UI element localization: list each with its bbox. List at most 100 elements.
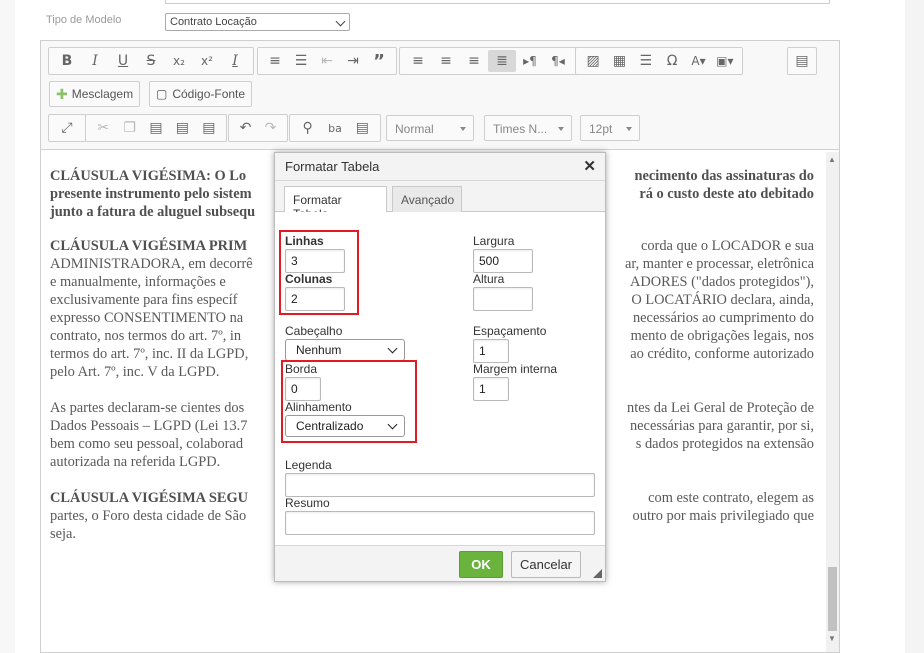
clause-text: ADMINISTRADORA, em decorrê: [50, 256, 253, 272]
spacing-label: Espaçamento: [473, 324, 547, 338]
find-group: ⚲ ba ▤: [289, 114, 381, 142]
format-combo[interactable]: Normal: [386, 115, 474, 141]
remove-format-button[interactable]: I: [221, 50, 249, 72]
cancel-button[interactable]: Cancelar: [511, 551, 581, 578]
document-icon: ▢: [156, 87, 168, 101]
subscript-button[interactable]: x₂: [165, 50, 193, 72]
clause-heading: CLÁUSULA VIGÉSIMA: O Lo: [50, 168, 247, 184]
model-type-select[interactable]: Contrato Locação: [165, 13, 350, 31]
padding-label: Margem interna: [473, 362, 558, 376]
dialog-title-bar[interactable]: Formatar Tabela ✕: [275, 153, 605, 181]
indent-icon[interactable]: ⇥: [340, 50, 366, 72]
spacing-input[interactable]: [473, 339, 509, 363]
bulleted-list-icon[interactable]: ☰: [288, 50, 314, 72]
clause-heading: CLÁUSULA VIGÉSIMA SEGU: [50, 490, 249, 506]
ltr-icon[interactable]: ▸¶: [516, 50, 544, 72]
padding-input[interactable]: [473, 377, 509, 401]
clipboard-group: ✂ ❐ ▤ ▤ ▤: [85, 114, 227, 142]
left-margin: [0, 0, 15, 653]
maximize-group: ▤: [787, 47, 817, 75]
align-left-icon[interactable]: ≡: [404, 50, 432, 72]
align-right-icon[interactable]: ≡: [460, 50, 488, 72]
close-icon[interactable]: ✕: [583, 157, 596, 175]
search-icon[interactable]: ⚲: [294, 117, 321, 139]
resize-handle-icon[interactable]: [593, 569, 602, 578]
alignment-group: ≡ ≡ ≡ ≣ ▸¶ ¶◂: [399, 47, 577, 75]
width-label: Largura: [473, 234, 515, 248]
bold-button[interactable]: B: [53, 50, 81, 72]
undo-icon[interactable]: ↶: [233, 117, 258, 139]
clause-text: expresso CONSENTIMENTO na: [50, 310, 244, 326]
dropdown-arrow-icon: [460, 127, 466, 131]
horizontal-line-icon[interactable]: ☰: [633, 50, 659, 72]
clause-text: ao crédito, conforme autorizado: [630, 346, 814, 362]
select-all-icon[interactable]: ▤: [349, 117, 376, 139]
clause-text: corda que o LOCADOR e sua: [640, 238, 814, 254]
scroll-up-arrow-icon[interactable]: ▲: [828, 155, 836, 164]
clause-text: partes, o Foro desta cidade de São: [50, 508, 247, 524]
strikethrough-button[interactable]: S: [137, 50, 165, 72]
paste-word-icon[interactable]: ▤: [196, 117, 222, 139]
highlight-border-alignment: [281, 360, 417, 443]
redo-icon[interactable]: ↷: [258, 117, 283, 139]
merge-fields-button[interactable]: ✚ Mesclagem: [49, 81, 141, 107]
clause-text: termos do art. 7º, inc. II da LGPD,: [50, 346, 249, 362]
scroll-down-arrow-icon[interactable]: ▼: [828, 634, 836, 643]
source-code-label: Código-Fonte: [172, 87, 246, 101]
font-combo-value: Times N...: [493, 122, 548, 136]
size-combo[interactable]: 12pt: [580, 115, 640, 141]
dialog-title: Formatar Tabela: [285, 159, 380, 174]
ok-button[interactable]: OK: [459, 551, 503, 578]
top-field[interactable]: [165, 0, 830, 4]
header-select-value: Nenhum: [296, 343, 342, 357]
dropdown-arrow-icon: [558, 127, 564, 131]
align-justify-icon[interactable]: ≣: [488, 50, 516, 72]
table-icon[interactable]: ▦: [606, 50, 632, 72]
clause-text: rá o custo deste ato debitado: [639, 186, 814, 202]
paste-text-icon[interactable]: ▤: [169, 117, 195, 139]
summary-input[interactable]: [285, 511, 595, 535]
paragraph-text: bem como seu pessoal, colaborad: [50, 436, 244, 452]
underline-button[interactable]: U: [109, 50, 137, 72]
plus-icon: ✚: [56, 85, 68, 102]
tab-format-table[interactable]: Formatar Tabela: [284, 186, 387, 221]
clause-text: com este contrato, elegem as: [648, 490, 814, 506]
bg-color-icon[interactable]: ▣▾: [712, 50, 738, 72]
outdent-icon[interactable]: ⇤: [314, 50, 340, 72]
align-center-icon[interactable]: ≡: [432, 50, 460, 72]
special-char-icon[interactable]: Ω: [659, 50, 685, 72]
numbered-list-icon[interactable]: ≡: [262, 50, 288, 72]
tab-advanced[interactable]: Avançado: [392, 186, 462, 213]
width-input[interactable]: [473, 249, 533, 273]
cut-icon[interactable]: ✂: [90, 117, 116, 139]
text-color-icon[interactable]: A▾: [685, 50, 711, 72]
height-label: Altura: [473, 272, 505, 286]
clause-text: contrato, nos termos do art. 7º, in: [50, 328, 242, 344]
caption-input[interactable]: [285, 473, 595, 497]
rtl-icon[interactable]: ¶◂: [544, 50, 572, 72]
clause-text: necimento das assinaturas do: [634, 168, 814, 184]
clause-text: necessários ao cumprimento do: [632, 310, 814, 326]
model-type-label: Tipo de Modelo: [46, 14, 122, 26]
replace-icon[interactable]: ba: [321, 117, 348, 139]
fullscreen-icon[interactable]: ⤢: [54, 117, 80, 139]
paste-icon[interactable]: ▤: [143, 117, 169, 139]
image-icon[interactable]: ▨: [580, 50, 606, 72]
header-label: Cabeçalho: [285, 324, 343, 338]
source-code-button[interactable]: ▢ Código-Fonte: [149, 81, 253, 107]
blockquote-icon[interactable]: ”: [366, 50, 392, 72]
superscript-button[interactable]: x²: [193, 50, 221, 72]
scrollbar-thumb[interactable]: [828, 567, 837, 631]
font-combo[interactable]: Times N...: [484, 115, 572, 141]
undo-group: ↶ ↷: [228, 114, 288, 142]
italic-button[interactable]: I: [81, 50, 109, 72]
header-select[interactable]: Nenhum: [285, 339, 405, 361]
paragraph-text: s dados protegidos na extensão: [635, 436, 814, 452]
dropdown-arrow-icon: [626, 127, 632, 131]
summary-label: Resumo: [285, 496, 330, 510]
show-blocks-icon[interactable]: ▤: [788, 50, 816, 72]
list-group: ≡ ☰ ⇤ ⇥ ”: [257, 47, 397, 75]
clause-text: exclusivamente para fins específ: [50, 292, 238, 308]
height-input[interactable]: [473, 287, 533, 311]
copy-icon[interactable]: ❐: [116, 117, 142, 139]
